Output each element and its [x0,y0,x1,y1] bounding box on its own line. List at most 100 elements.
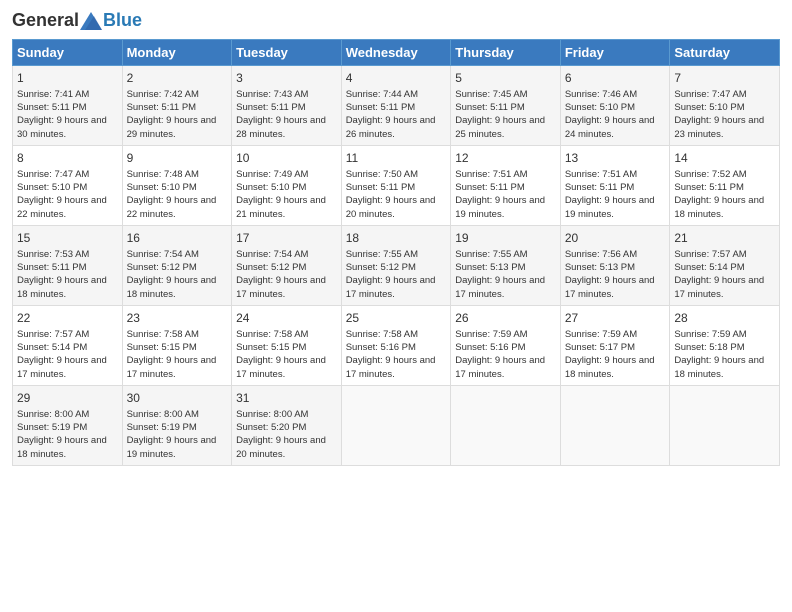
day-cell: 2Sunrise: 7:42 AMSunset: 5:11 PMDaylight… [122,66,232,146]
day-info: Sunset: 5:15 PM [127,341,228,354]
day-info: Sunrise: 7:59 AM [455,328,556,341]
day-info: Daylight: 9 hours and 24 minutes. [565,114,666,141]
day-cell: 10Sunrise: 7:49 AMSunset: 5:10 PMDayligh… [232,145,342,225]
day-cell: 6Sunrise: 7:46 AMSunset: 5:10 PMDaylight… [560,66,670,146]
day-info: Daylight: 9 hours and 22 minutes. [127,194,228,221]
day-info: Sunset: 5:16 PM [346,341,447,354]
day-number: 19 [455,230,556,247]
day-info: Daylight: 9 hours and 18 minutes. [565,354,666,381]
header: General Blue [12,10,780,31]
calendar-table: SundayMondayTuesdayWednesdayThursdayFrid… [12,39,780,466]
day-info: Daylight: 9 hours and 17 minutes. [236,274,337,301]
day-info: Sunrise: 7:55 AM [346,248,447,261]
day-info: Sunset: 5:18 PM [674,341,775,354]
day-info: Daylight: 9 hours and 30 minutes. [17,114,118,141]
day-info: Sunrise: 7:46 AM [565,88,666,101]
week-row-4: 22Sunrise: 7:57 AMSunset: 5:14 PM Dayligh… [13,305,780,385]
day-info: Sunset: 5:13 PM [455,261,556,274]
day-number: 16 [127,230,228,247]
day-info: Sunrise: 7:44 AM [346,88,447,101]
day-info: Sunset: 5:11 PM [346,101,447,114]
day-info: Daylight: 9 hours and 18 minutes. [127,274,228,301]
day-info: Daylight: 9 hours and 29 minutes. [127,114,228,141]
logo-icon [80,12,102,30]
logo: General Blue [12,10,142,31]
header-day-tuesday: Tuesday [232,40,342,66]
day-info: Daylight: 9 hours and 17 minutes. [565,274,666,301]
day-info: Sunrise: 7:55 AM [455,248,556,261]
day-info: Sunset: 5:10 PM [236,181,337,194]
day-cell: 8Sunrise: 7:47 AMSunset: 5:10 PMDaylight… [13,145,123,225]
logo-blue-text: Blue [103,10,142,31]
day-cell: 13Sunrise: 7:51 AMSunset: 5:11 PMDayligh… [560,145,670,225]
day-cell: 16Sunrise: 7:54 AMSunset: 5:12 PMDayligh… [122,225,232,305]
day-cell [451,385,561,465]
day-info: Sunrise: 8:00 AM [17,408,118,421]
day-cell: 3Sunrise: 7:43 AMSunset: 5:11 PMDaylight… [232,66,342,146]
day-number: 15 [17,230,118,247]
day-info: Daylight: 9 hours and 17 minutes. [236,354,337,381]
day-info: Sunrise: 7:47 AM [674,88,775,101]
day-info: Daylight: 9 hours and 17 minutes. [346,354,447,381]
day-info: Daylight: 9 hours and 26 minutes. [346,114,447,141]
day-info: Sunset: 5:20 PM [236,421,337,434]
day-info: Sunrise: 8:00 AM [127,408,228,421]
day-info: Daylight: 9 hours and 28 minutes. [236,114,337,141]
day-number: 22 [17,310,118,327]
day-number: 30 [127,390,228,407]
day-cell: 28Sunrise: 7:59 AMSunset: 5:18 PMDayligh… [670,305,780,385]
day-cell: 5Sunrise: 7:45 AMSunset: 5:11 PMDaylight… [451,66,561,146]
week-row-3: 15Sunrise: 7:53 AMSunset: 5:11 PMDayligh… [13,225,780,305]
day-info: Sunrise: 7:57 AM [674,248,775,261]
day-number: 24 [236,310,337,327]
day-info: Sunrise: 7:58 AM [346,328,447,341]
header-day-friday: Friday [560,40,670,66]
day-number: 1 [17,70,118,87]
day-info: Sunrise: 7:52 AM [674,168,775,181]
day-info: Sunset: 5:10 PM [565,101,666,114]
day-info: Sunrise: 7:54 AM [127,248,228,261]
day-info: Daylight: 9 hours and 23 minutes. [674,114,775,141]
day-info: Daylight: 9 hours and 17 minutes. [346,274,447,301]
day-number: 3 [236,70,337,87]
day-info: Sunset: 5:12 PM [236,261,337,274]
day-info: Daylight: 9 hours and 18 minutes. [17,434,118,461]
day-info: Daylight: 9 hours and 17 minutes. [674,274,775,301]
day-info: Sunrise: 7:57 AM [17,328,118,341]
day-cell: 29Sunrise: 8:00 AMSunset: 5:19 PMDayligh… [13,385,123,465]
day-info: Daylight: 9 hours and 19 minutes. [565,194,666,221]
day-cell: 14Sunrise: 7:52 AMSunset: 5:11 PMDayligh… [670,145,780,225]
logo-general-text: General [12,10,79,31]
day-number: 28 [674,310,775,327]
day-info: Sunrise: 8:00 AM [236,408,337,421]
day-cell: 4Sunrise: 7:44 AMSunset: 5:11 PMDaylight… [341,66,451,146]
header-row: SundayMondayTuesdayWednesdayThursdayFrid… [13,40,780,66]
day-cell: 12Sunrise: 7:51 AMSunset: 5:11 PMDayligh… [451,145,561,225]
day-info: Sunset: 5:12 PM [127,261,228,274]
day-number: 11 [346,150,447,167]
header-day-saturday: Saturday [670,40,780,66]
day-number: 5 [455,70,556,87]
day-info: Sunrise: 7:43 AM [236,88,337,101]
day-number: 4 [346,70,447,87]
day-info: Sunset: 5:12 PM [346,261,447,274]
day-info: Daylight: 9 hours and 18 minutes. [674,194,775,221]
day-info: Sunset: 5:11 PM [236,101,337,114]
header-day-monday: Monday [122,40,232,66]
day-info: Sunset: 5:14 PM [17,341,118,354]
day-cell: 1Sunrise: 7:41 AMSunset: 5:11 PMDaylight… [13,66,123,146]
day-info: Sunset: 5:11 PM [565,181,666,194]
day-cell: 9Sunrise: 7:48 AMSunset: 5:10 PMDaylight… [122,145,232,225]
day-number: 2 [127,70,228,87]
day-info: Daylight: 9 hours and 20 minutes. [236,434,337,461]
day-info: Sunrise: 7:56 AM [565,248,666,261]
day-cell: 20Sunrise: 7:56 AMSunset: 5:13 PMDayligh… [560,225,670,305]
day-number: 13 [565,150,666,167]
day-info: Sunset: 5:11 PM [455,181,556,194]
day-number: 7 [674,70,775,87]
day-info: Sunrise: 7:53 AM [17,248,118,261]
day-info: Daylight: 9 hours and 19 minutes. [455,194,556,221]
day-info: Daylight: 9 hours and 17 minutes. [455,354,556,381]
day-number: 12 [455,150,556,167]
day-number: 14 [674,150,775,167]
